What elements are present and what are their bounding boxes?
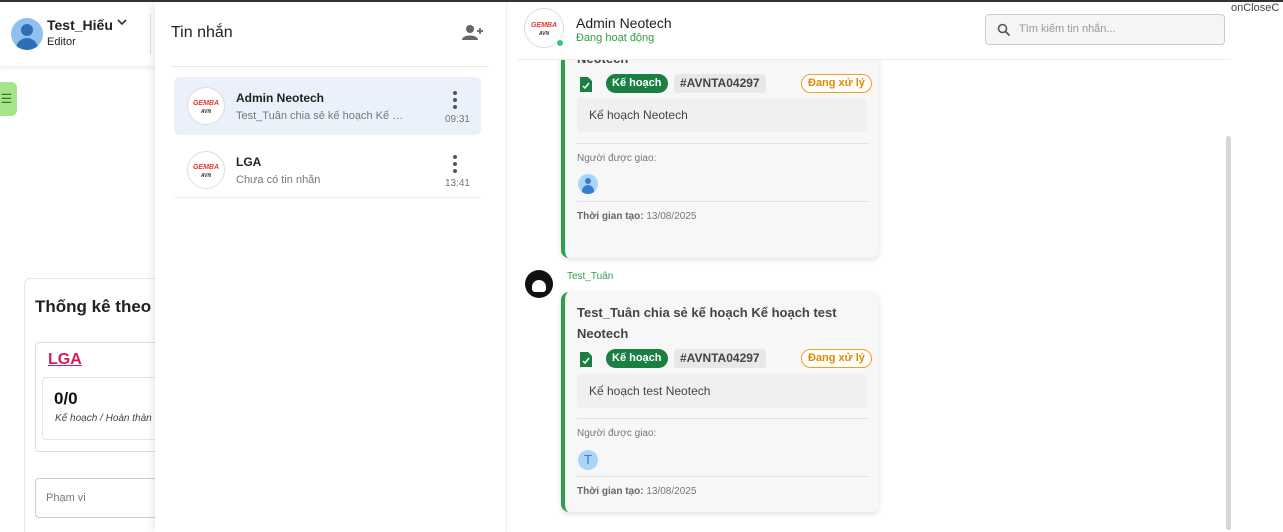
assignee-label: Người được giao: xyxy=(577,428,657,439)
debug-label: onCloseC xyxy=(1231,2,1280,14)
conversation-item[interactable]: GEMBA AVN LGA Chưa có tin nhắn 13:41 xyxy=(174,141,481,199)
created-time: Thời gian tạo: 13/08/2025 xyxy=(577,211,697,222)
card-separator xyxy=(577,418,869,419)
scope-placeholder: Phạm vi xyxy=(46,492,86,504)
description-box: Kế hoạch test Neotech xyxy=(577,374,867,408)
plan-status-badge: Đang xử lý xyxy=(801,74,872,93)
plan-count: 0/0 xyxy=(54,389,78,408)
description-box: Kế hoạch Neotech xyxy=(577,98,867,132)
more-options-icon[interactable] xyxy=(451,91,459,109)
messages-title: Tin nhắn xyxy=(171,24,233,41)
search-icon xyxy=(997,23,1011,37)
messages-panel: Tin nhắn GEMBA AVN Admin Neotech Test_Tu… xyxy=(155,2,507,532)
chat-status: Đang hoạt động xyxy=(576,32,655,44)
menu-icon: ☰ xyxy=(0,91,13,106)
conversation-name: Admin Neotech xyxy=(236,91,325,105)
chat-title: Admin Neotech xyxy=(576,15,672,31)
more-options-icon[interactable] xyxy=(451,155,459,173)
add-user-icon[interactable] xyxy=(462,24,484,42)
search-placeholder: Tìm kiếm tin nhắn... xyxy=(1019,23,1116,35)
conversation-separator xyxy=(174,197,481,198)
chat-scrollbar[interactable] xyxy=(1226,136,1231,530)
user-name[interactable]: Test_Hiếu xyxy=(47,17,113,33)
conversation-time: 09:31 xyxy=(444,114,470,125)
plan-code-badge: #AVNTA04297 xyxy=(674,74,766,93)
message-search-input[interactable]: Tìm kiếm tin nhắn... xyxy=(985,14,1225,45)
plan-description: Kế hoạch Neotech xyxy=(589,108,688,122)
conversation-preview: Chưa có tin nhắn xyxy=(236,174,321,186)
stats-title: Thống kê theo d xyxy=(35,297,167,316)
message-card[interactable]: Test_Tuân chia sẻ kế hoạch Kế hoạch test… xyxy=(561,292,879,512)
gemba-logo: GEMBA AVN xyxy=(187,151,225,189)
chevron-down-icon[interactable] xyxy=(116,16,128,31)
plan-code-badge: #AVNTA04297 xyxy=(674,349,766,368)
assignee-label: Người được giao: xyxy=(577,153,657,164)
assignee-avatar: T xyxy=(578,450,598,470)
sender-avatar-icon xyxy=(525,270,553,298)
plan-status-badge: Đang xử lý xyxy=(801,349,872,368)
card-title: Test_Tuân chia sẻ kế hoạch Kế hoạch test… xyxy=(577,305,837,341)
header-divider xyxy=(150,14,151,54)
messages-separator xyxy=(171,66,489,67)
menu-toggle-button[interactable]: ☰ xyxy=(0,82,17,116)
project-link[interactable]: LGA xyxy=(48,351,82,369)
document-icon xyxy=(579,76,593,93)
sender-name: Test_Tuân xyxy=(567,271,614,282)
chat-messages[interactable]: Neotech Kế hoạch #AVNTA04297 Đang xử lý … xyxy=(518,60,1231,532)
card-separator xyxy=(577,476,869,477)
card-separator xyxy=(577,201,869,202)
conversation-name: LGA xyxy=(236,155,262,169)
message-card[interactable]: Neotech Kế hoạch #AVNTA04297 Đang xử lý … xyxy=(561,60,879,258)
plan-count-label: Kế hoạch / Hoàn thàn xyxy=(55,413,152,424)
plan-type-badge: Kế hoạch xyxy=(606,74,668,93)
card-separator xyxy=(577,143,869,144)
conversation-time: 13:41 xyxy=(444,178,470,189)
plan-type-badge: Kế hoạch xyxy=(606,349,668,368)
conversation-item[interactable]: GEMBA AVN Admin Neotech Test_Tuân chia s… xyxy=(174,77,481,135)
user-role: Editor xyxy=(47,36,76,48)
conversation-preview: Test_Tuân chia sẻ kế hoạch Kế hoạch test… xyxy=(236,110,406,122)
created-time: Thời gian tạo: 13/08/2025 xyxy=(577,486,697,497)
gemba-logo: GEMBA AVN xyxy=(187,87,225,125)
card-title: Neotech xyxy=(577,60,867,69)
online-status-icon xyxy=(556,39,564,47)
plan-description: Kế hoạch test Neotech xyxy=(589,384,711,398)
user-avatar-icon[interactable] xyxy=(11,18,43,50)
document-icon xyxy=(579,351,593,368)
assignee-avatar-icon xyxy=(578,174,598,194)
